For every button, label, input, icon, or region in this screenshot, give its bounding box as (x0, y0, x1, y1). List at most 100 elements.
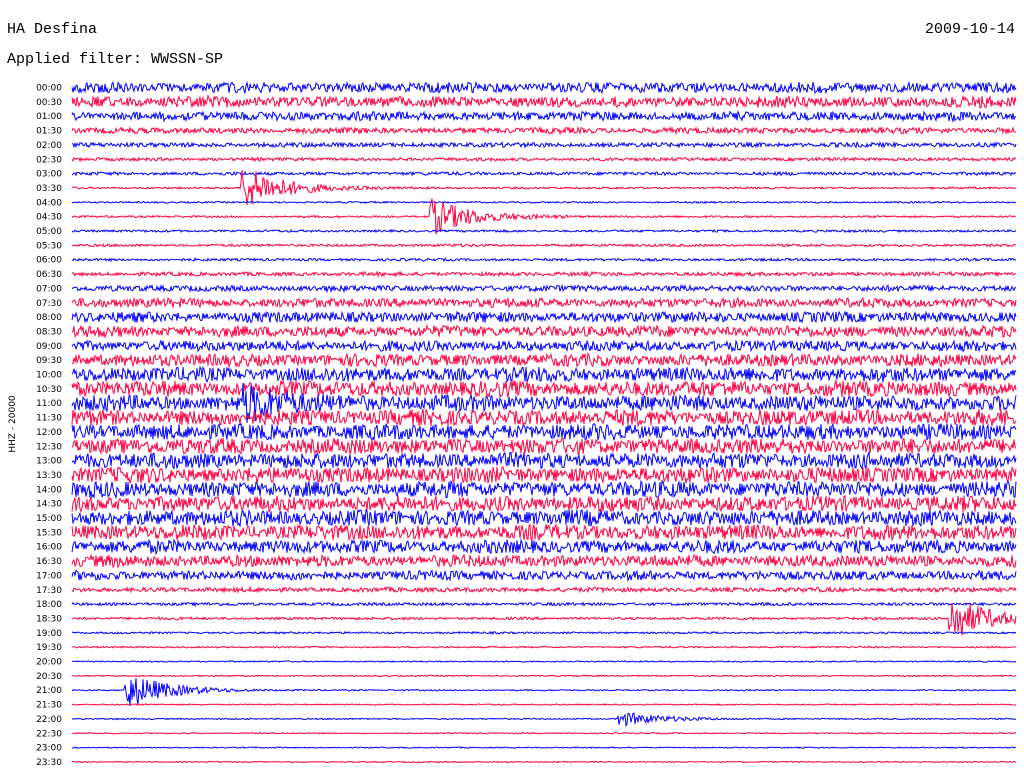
trace-row (71, 553, 1017, 569)
trace-row (71, 270, 1017, 279)
time-label: 00:30 (36, 98, 62, 108)
helicorder-page: HA Desfina 2009-10-14 Applied filter: WW… (0, 0, 1024, 780)
trace-row (71, 198, 1017, 235)
trace-row (71, 495, 1017, 514)
trace-row (71, 731, 1017, 735)
trace-row (71, 660, 1017, 663)
time-label: 02:30 (36, 155, 62, 165)
time-label: 13:30 (36, 471, 62, 481)
trace-row (71, 569, 1017, 583)
trace-row (71, 80, 1017, 95)
trace-layer (71, 80, 1017, 764)
trace-row (71, 703, 1017, 707)
time-label-layer: 00:00 00:30 01:00 01:30 02:00 02:30 03:00 03:30… (36, 84, 62, 768)
trace-row (71, 200, 1017, 204)
trace-row (71, 378, 1017, 399)
time-label: 20:30 (36, 672, 62, 682)
trace-row (71, 585, 1017, 594)
time-label: 12:30 (36, 442, 62, 452)
time-label: 09:30 (36, 356, 62, 366)
time-label: 15:00 (36, 514, 62, 524)
time-label: 15:30 (36, 528, 62, 538)
trace-row (71, 466, 1017, 484)
trace-row (71, 228, 1017, 234)
time-label: 12:00 (36, 428, 62, 438)
channel-label: HHZ - 20000 (8, 395, 18, 453)
trace-row (71, 365, 1017, 384)
time-label: 11:30 (36, 414, 62, 424)
trace-row (71, 760, 1017, 764)
time-label: 09:00 (36, 342, 62, 352)
trace-row (71, 437, 1017, 456)
time-label: 21:00 (36, 686, 62, 696)
time-label: 14:30 (36, 500, 62, 510)
trace-row (71, 601, 1017, 608)
time-label: 00:00 (36, 84, 62, 94)
time-label: 05:00 (36, 227, 62, 237)
trace-row (71, 630, 1017, 635)
trace-row (71, 156, 1017, 163)
time-label: 23:00 (36, 744, 62, 754)
time-label: 07:30 (36, 299, 62, 309)
trace-row (71, 109, 1016, 123)
time-label: 06:30 (36, 270, 62, 280)
time-label: 06:00 (36, 256, 62, 266)
trace-row (71, 323, 1017, 339)
time-label: 01:00 (36, 112, 62, 122)
trace-row (71, 450, 1017, 470)
time-label: 20:00 (36, 658, 62, 668)
trace-row (71, 408, 1017, 428)
trace-row (71, 169, 1017, 206)
time-label: 21:30 (36, 701, 62, 711)
time-label: 13:00 (36, 457, 62, 467)
trace-row (71, 479, 1017, 500)
trace-row (71, 140, 1017, 149)
time-label: 02:00 (36, 141, 62, 151)
time-label: 16:30 (36, 557, 62, 567)
time-label: 19:00 (36, 629, 62, 639)
trace-row (71, 746, 1017, 749)
trace-row (71, 170, 1017, 177)
trace-row (71, 125, 1017, 136)
time-label: 17:30 (36, 586, 62, 596)
trace-row (71, 94, 1017, 109)
trace-row (71, 339, 1017, 353)
trace-row (72, 645, 1016, 649)
trace-row (71, 310, 1017, 324)
time-label: 05:30 (36, 241, 62, 251)
time-label: 11:00 (36, 399, 62, 409)
time-label: 03:00 (36, 170, 62, 180)
time-label: 01:30 (36, 127, 62, 137)
trace-row (71, 678, 1017, 707)
time-label: 10:30 (36, 385, 62, 395)
time-label: 04:00 (36, 198, 62, 208)
trace-row (72, 283, 1017, 294)
trace-row (71, 674, 1017, 678)
time-label: 04:30 (36, 213, 62, 223)
time-label: 18:30 (36, 614, 62, 624)
time-label: 22:00 (36, 715, 62, 725)
trace-row (71, 422, 1017, 442)
time-label: 10:00 (36, 371, 62, 381)
trace-row (71, 242, 1017, 248)
helicorder-plot: 00:00 00:30 01:00 01:30 02:00 02:30 03:00 03:30… (8, 80, 1017, 768)
time-label: 17:00 (36, 571, 62, 581)
time-label: 22:30 (36, 729, 62, 739)
time-label: 14:00 (36, 485, 62, 495)
trace-row (71, 538, 1017, 556)
trace-row (71, 296, 1017, 310)
trace-row (71, 352, 1017, 369)
trace-row (71, 602, 1017, 636)
trace-row (71, 257, 1017, 263)
time-label: 23:30 (36, 758, 62, 768)
time-label: 07:00 (36, 284, 62, 294)
trace-row (71, 522, 1017, 542)
time-label: 03:30 (36, 184, 62, 194)
trace-row (71, 508, 1017, 528)
time-label: 18:00 (36, 600, 62, 610)
time-label: 08:30 (36, 327, 62, 337)
time-label: 19:30 (36, 643, 62, 653)
time-label: 08:00 (36, 313, 62, 323)
time-label: 16:00 (36, 543, 62, 553)
trace-row (71, 712, 1017, 728)
